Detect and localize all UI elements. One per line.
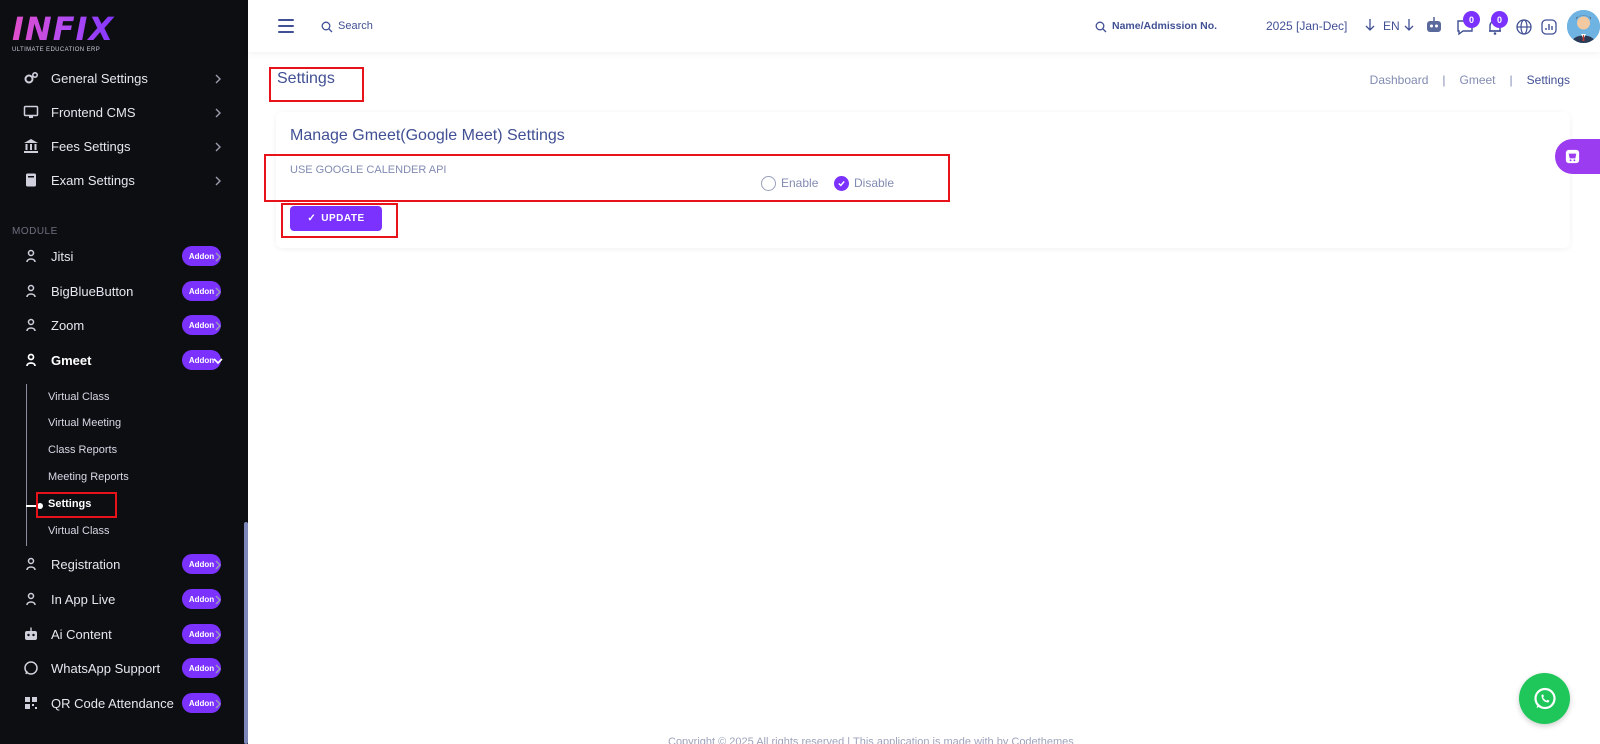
chevron-right-icon xyxy=(212,662,224,674)
breadcrumb-separator: | xyxy=(1442,73,1446,87)
monitor-icon xyxy=(22,103,40,121)
breadcrumb-settings: Settings xyxy=(1526,73,1570,87)
sidebar-scrollbar[interactable] xyxy=(244,522,248,744)
person-icon xyxy=(22,555,40,573)
book-icon xyxy=(22,171,40,189)
sidebar-item-label: Exam Settings xyxy=(51,172,135,188)
breadcrumb: Dashboard | Gmeet | Settings xyxy=(1370,73,1570,87)
sidebar-item-label: BigBlueButton xyxy=(51,283,134,299)
submenu-virtual-class-2[interactable]: Virtual Class xyxy=(48,525,110,537)
card-title: Manage Gmeet(Google Meet) Settings xyxy=(290,127,565,144)
highlight-box-sidebar-settings xyxy=(36,492,117,518)
floating-cart-button[interactable] xyxy=(1555,139,1600,174)
sidebar-item-whatsapp-support[interactable]: WhatsApp Support Addon xyxy=(0,653,244,683)
breadcrumb-separator: | xyxy=(1509,73,1513,87)
submenu-virtual-meeting[interactable]: Virtual Meeting xyxy=(48,417,121,429)
sidebar-item-bigbluebutton[interactable]: BigBlueButton Addon xyxy=(0,276,244,306)
submenu-meeting-reports[interactable]: Meeting Reports xyxy=(48,471,129,483)
sidebar-item-ai-content[interactable]: Ai Content Addon xyxy=(0,619,244,649)
arrow-down-icon xyxy=(1364,18,1376,32)
arrow-down-icon xyxy=(1403,18,1415,32)
logo-text: INFIX xyxy=(12,12,122,46)
chevron-right-icon xyxy=(212,628,224,640)
module-section-label: MODULE xyxy=(12,226,58,237)
sidebar-item-jitsi[interactable]: Jitsi Addon xyxy=(0,241,244,271)
search-input[interactable]: Search xyxy=(338,20,373,32)
highlight-box-calendar-api xyxy=(264,154,950,202)
chevron-right-icon xyxy=(212,319,224,331)
whatsapp-chat-button[interactable] xyxy=(1519,673,1570,724)
sidebar-item-label: General Settings xyxy=(51,70,148,86)
sidebar-item-label: Registration xyxy=(51,556,121,572)
chat-count-badge: 0 xyxy=(1463,11,1480,28)
gears-icon xyxy=(22,69,40,87)
whatsapp-icon xyxy=(1533,687,1556,709)
chevron-right-icon xyxy=(212,558,224,570)
sidebar-item-qr-code-attendance[interactable]: QR Code Attendance Addon xyxy=(0,688,244,718)
chevron-down-icon xyxy=(212,354,224,366)
person-icon xyxy=(22,351,40,369)
breadcrumb-gmeet[interactable]: Gmeet xyxy=(1460,73,1496,87)
globe-icon[interactable] xyxy=(1515,18,1533,36)
sidebar-item-label: Jitsi xyxy=(51,248,74,264)
student-search-input[interactable]: Name/Admission No. xyxy=(1112,20,1217,32)
sidebar-item-zoom[interactable]: Zoom Addon xyxy=(0,310,244,340)
sidebar-item-label: Frontend CMS xyxy=(51,104,136,120)
submenu-virtual-class[interactable]: Virtual Class xyxy=(48,391,110,403)
sidebar-item-fees-settings[interactable]: Fees Settings xyxy=(0,131,244,161)
sidebar-item-general-settings[interactable]: General Settings xyxy=(0,63,244,93)
highlight-box-title xyxy=(269,67,364,102)
chevron-right-icon xyxy=(212,250,224,262)
person-icon xyxy=(22,247,40,265)
sidebar-item-gmeet[interactable]: Gmeet Addon xyxy=(0,345,244,375)
sidebar: INFIX ULTIMATE EDUCATION ERP General Set… xyxy=(0,0,248,744)
person-icon xyxy=(22,316,40,334)
robot-icon xyxy=(22,625,40,643)
chevron-right-icon xyxy=(212,697,224,709)
chevron-right-icon xyxy=(212,106,224,118)
session-selector[interactable]: 2025 [Jan-Dec] xyxy=(1266,19,1347,33)
search-icon xyxy=(1095,20,1107,33)
highlight-box-update xyxy=(281,203,398,238)
sidebar-item-label: Fees Settings xyxy=(51,138,131,154)
breadcrumb-dashboard[interactable]: Dashboard xyxy=(1370,73,1429,87)
search-icon xyxy=(321,20,333,33)
language-selector[interactable]: EN xyxy=(1383,19,1400,33)
chevron-right-icon xyxy=(212,593,224,605)
qr-code-icon xyxy=(22,694,40,712)
chevron-right-icon xyxy=(212,72,224,84)
submenu-guide-line xyxy=(26,384,27,546)
sidebar-item-label: QR Code Attendance xyxy=(51,695,174,711)
bank-icon xyxy=(22,137,40,155)
sidebar-item-label: In App Live xyxy=(51,591,116,607)
stats-icon[interactable] xyxy=(1540,18,1558,36)
whatsapp-icon xyxy=(22,659,40,677)
robot-icon[interactable] xyxy=(1425,16,1443,34)
cart-icon xyxy=(1565,149,1580,164)
person-icon xyxy=(22,590,40,608)
submenu-class-reports[interactable]: Class Reports xyxy=(48,444,117,456)
app-logo[interactable]: INFIX ULTIMATE EDUCATION ERP xyxy=(12,12,122,56)
chevron-right-icon xyxy=(212,174,224,186)
sidebar-item-frontend-cms[interactable]: Frontend CMS xyxy=(0,97,244,127)
person-icon xyxy=(22,282,40,300)
chevron-right-icon xyxy=(212,140,224,152)
footer-copyright: Copyright © 2025 All rights reserved | T… xyxy=(668,736,1074,744)
sidebar-item-registration[interactable]: Registration Addon xyxy=(0,549,244,579)
menu-toggle-icon[interactable] xyxy=(278,19,294,33)
chevron-right-icon xyxy=(212,285,224,297)
notification-count-badge: 0 xyxy=(1491,11,1508,28)
sidebar-item-label: WhatsApp Support xyxy=(51,660,161,676)
sidebar-item-label: Ai Content xyxy=(51,626,112,642)
user-avatar[interactable] xyxy=(1567,10,1600,43)
sidebar-item-label: Zoom xyxy=(51,317,85,333)
sidebar-item-label: Gmeet xyxy=(51,352,92,368)
sidebar-item-exam-settings[interactable]: Exam Settings xyxy=(0,165,244,195)
sidebar-item-in-app-live[interactable]: In App Live Addon xyxy=(0,584,244,614)
